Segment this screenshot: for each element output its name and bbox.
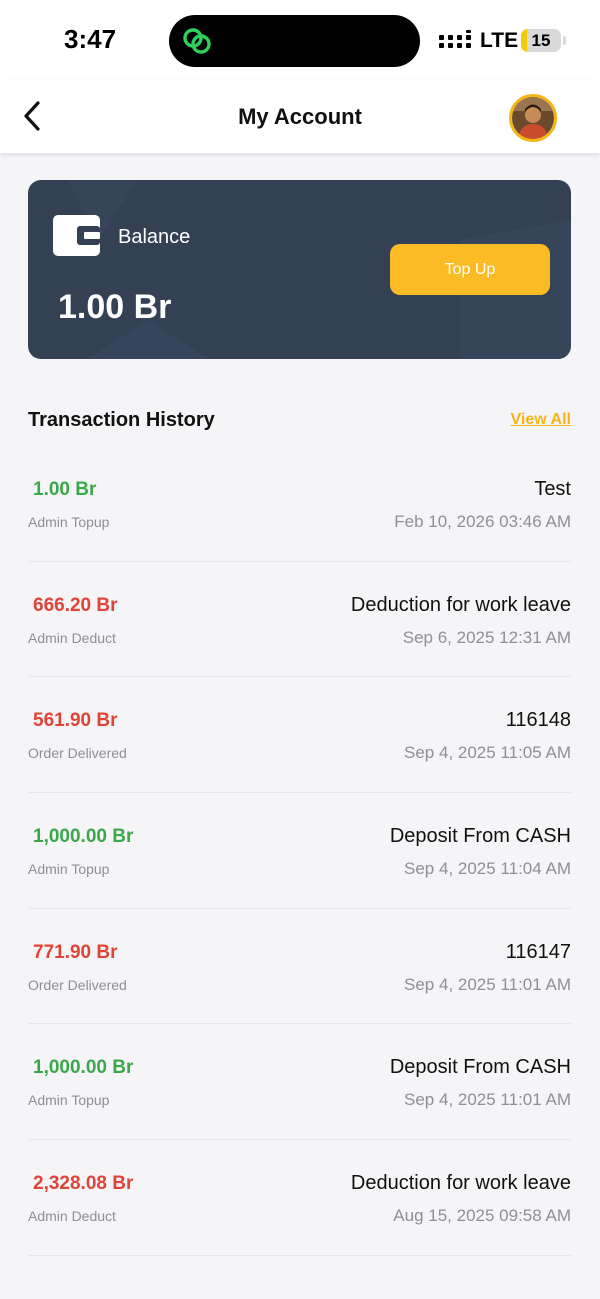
status-time: 3:47 (64, 24, 117, 54)
transaction-date: Sep 4, 2025 11:01 AM (404, 974, 571, 994)
transaction-amount: 1.00 Br (33, 479, 97, 500)
battery-percent: 15 (531, 31, 551, 50)
transaction-date: Sep 4, 2025 11:04 AM (404, 859, 571, 879)
transaction-type: Order Delivered (28, 976, 127, 993)
balance-card: Balance 1.00 Br Top Up (28, 180, 571, 359)
transaction-type: Admin Deduct (28, 1208, 116, 1225)
dynamic-island (169, 15, 420, 67)
transaction-row[interactable]: 1,000.00 Br Admin Topup Deposit From CASH S… (28, 1024, 571, 1141)
signal-icon (439, 30, 471, 48)
battery-icon: 15 (521, 29, 561, 52)
transaction-description: 116147 (505, 940, 571, 963)
transaction-row[interactable]: 1,000.00 Br Admin Topup Deposit From CASH S… (28, 793, 571, 909)
transaction-amount: 2,328.08 Br (33, 1173, 134, 1195)
transaction-type: Admin Topup (28, 861, 110, 878)
avatar[interactable] (509, 94, 557, 142)
transaction-description: Test (534, 478, 571, 500)
page-title: My Account (238, 104, 362, 129)
wallet-icon (53, 215, 100, 256)
transaction-row[interactable]: 771.90 Br Order Delivered 116147 Sep 4, 202… (28, 909, 571, 1025)
transaction-type: Admin Topup (28, 514, 110, 530)
transaction-amount: 771.90 Br (33, 941, 118, 963)
status-bar: 3:47 LTE 15 (0, 0, 600, 80)
balance-label: Balance (118, 226, 191, 248)
transaction-history-title: Transaction History (28, 409, 215, 431)
user-avatar-icon (512, 97, 554, 139)
transaction-date: Sep 4, 2025 11:05 AM (404, 743, 571, 763)
transaction-description: Deduction for work leave (350, 593, 571, 616)
transaction-row[interactable]: 2,328.08 Br Admin Deduct Deduction for wor… (28, 1140, 571, 1256)
transaction-date: Sep 6, 2025 12:31 AM (402, 627, 571, 647)
transaction-type: Admin Deduct (28, 629, 116, 646)
transaction-row[interactable]: 1.00 Br Admin Topup Test Feb 10, 2026 03:46… (28, 446, 571, 562)
view-all-link[interactable]: View All (511, 411, 571, 429)
transaction-date: Feb 10, 2026 03:46 AM (394, 512, 571, 531)
transaction-amount: 1,000.00 Br (33, 1057, 134, 1079)
top-up-button[interactable]: Top Up (390, 244, 550, 295)
transaction-date: Aug 15, 2025 09:58 AM (393, 1206, 571, 1226)
transaction-description: Deduction for work leave (350, 1172, 571, 1195)
battery-tip (563, 36, 566, 45)
transaction-description: Deposit From CASH (389, 825, 571, 848)
balance-amount: 1.00 Br (58, 288, 172, 326)
network-label: LTE (480, 29, 519, 52)
transaction-description: 116148 (505, 709, 571, 732)
chevron-left-icon (24, 101, 40, 131)
link-icon (183, 28, 211, 54)
app-header: My Account (0, 80, 600, 153)
transaction-list: 1.00 Br Admin Topup Test Feb 10, 2026 03:46… (28, 446, 571, 1256)
transaction-date: Sep 4, 2025 11:01 AM (404, 1090, 571, 1110)
transaction-type: Order Delivered (28, 745, 127, 762)
transaction-amount: 1,000.00 Br (33, 826, 134, 848)
back-button[interactable] (14, 96, 50, 136)
transaction-row[interactable]: 666.20 Br Admin Deduct Deduction for work … (28, 562, 571, 678)
transaction-row[interactable]: 561.90 Br Order Delivered 116148 Sep 4, 202… (28, 677, 571, 794)
transaction-amount: 561.90 Br (33, 710, 118, 732)
transaction-type: Admin Topup (28, 1092, 110, 1109)
transaction-description: Deposit From CASH (389, 1056, 571, 1079)
transaction-amount: 666.20 Br (33, 594, 118, 616)
